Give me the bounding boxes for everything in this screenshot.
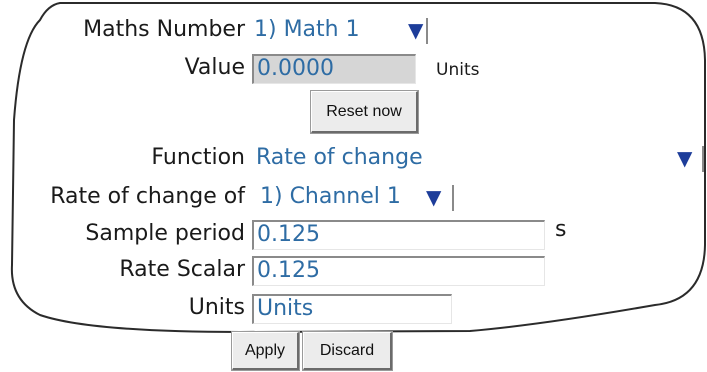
dropdown-edge — [426, 18, 428, 44]
maths-number-label: Maths Number — [83, 17, 245, 42]
function-dropdown[interactable]: Rate of change ▼ — [252, 144, 706, 174]
units-input[interactable]: Units — [252, 294, 452, 324]
rate-scalar-input[interactable]: 0.125 — [252, 256, 545, 286]
value-label: Value — [184, 55, 245, 80]
dropdown-edge — [452, 185, 454, 211]
function-label: Function — [151, 145, 245, 170]
value-units: Units — [436, 60, 480, 80]
sample-period-unit: s — [555, 217, 567, 242]
value-field: 0.0000 — [252, 54, 416, 84]
units-label: Units — [188, 295, 245, 320]
maths-number-dropdown[interactable]: 1) Math 1 ▼ — [250, 16, 428, 46]
rate-of-change-of-label: Rate of change of — [50, 184, 245, 209]
rate-of-change-of-dropdown[interactable]: 1) Channel 1 ▼ — [256, 183, 456, 213]
discard-button[interactable]: Discard — [302, 331, 393, 371]
reset-now-button[interactable]: Reset now — [310, 90, 419, 134]
apply-button[interactable]: Apply — [231, 331, 300, 371]
chevron-down-icon: ▼ — [408, 18, 424, 42]
maths-number-value: 1) Math 1 — [254, 17, 360, 42]
sample-period-label: Sample period — [85, 221, 245, 246]
rate-scalar-label: Rate Scalar — [119, 257, 245, 282]
chevron-down-icon: ▼ — [426, 185, 442, 209]
sample-period-input[interactable]: 0.125 — [252, 220, 545, 250]
function-value: Rate of change — [256, 145, 423, 170]
rate-of-change-of-value: 1) Channel 1 — [260, 184, 401, 209]
dropdown-edge — [702, 146, 704, 172]
chevron-down-icon: ▼ — [677, 146, 693, 170]
maths-config-panel: Maths Number 1) Math 1 ▼ Value 0.0000 Un… — [0, 0, 707, 372]
